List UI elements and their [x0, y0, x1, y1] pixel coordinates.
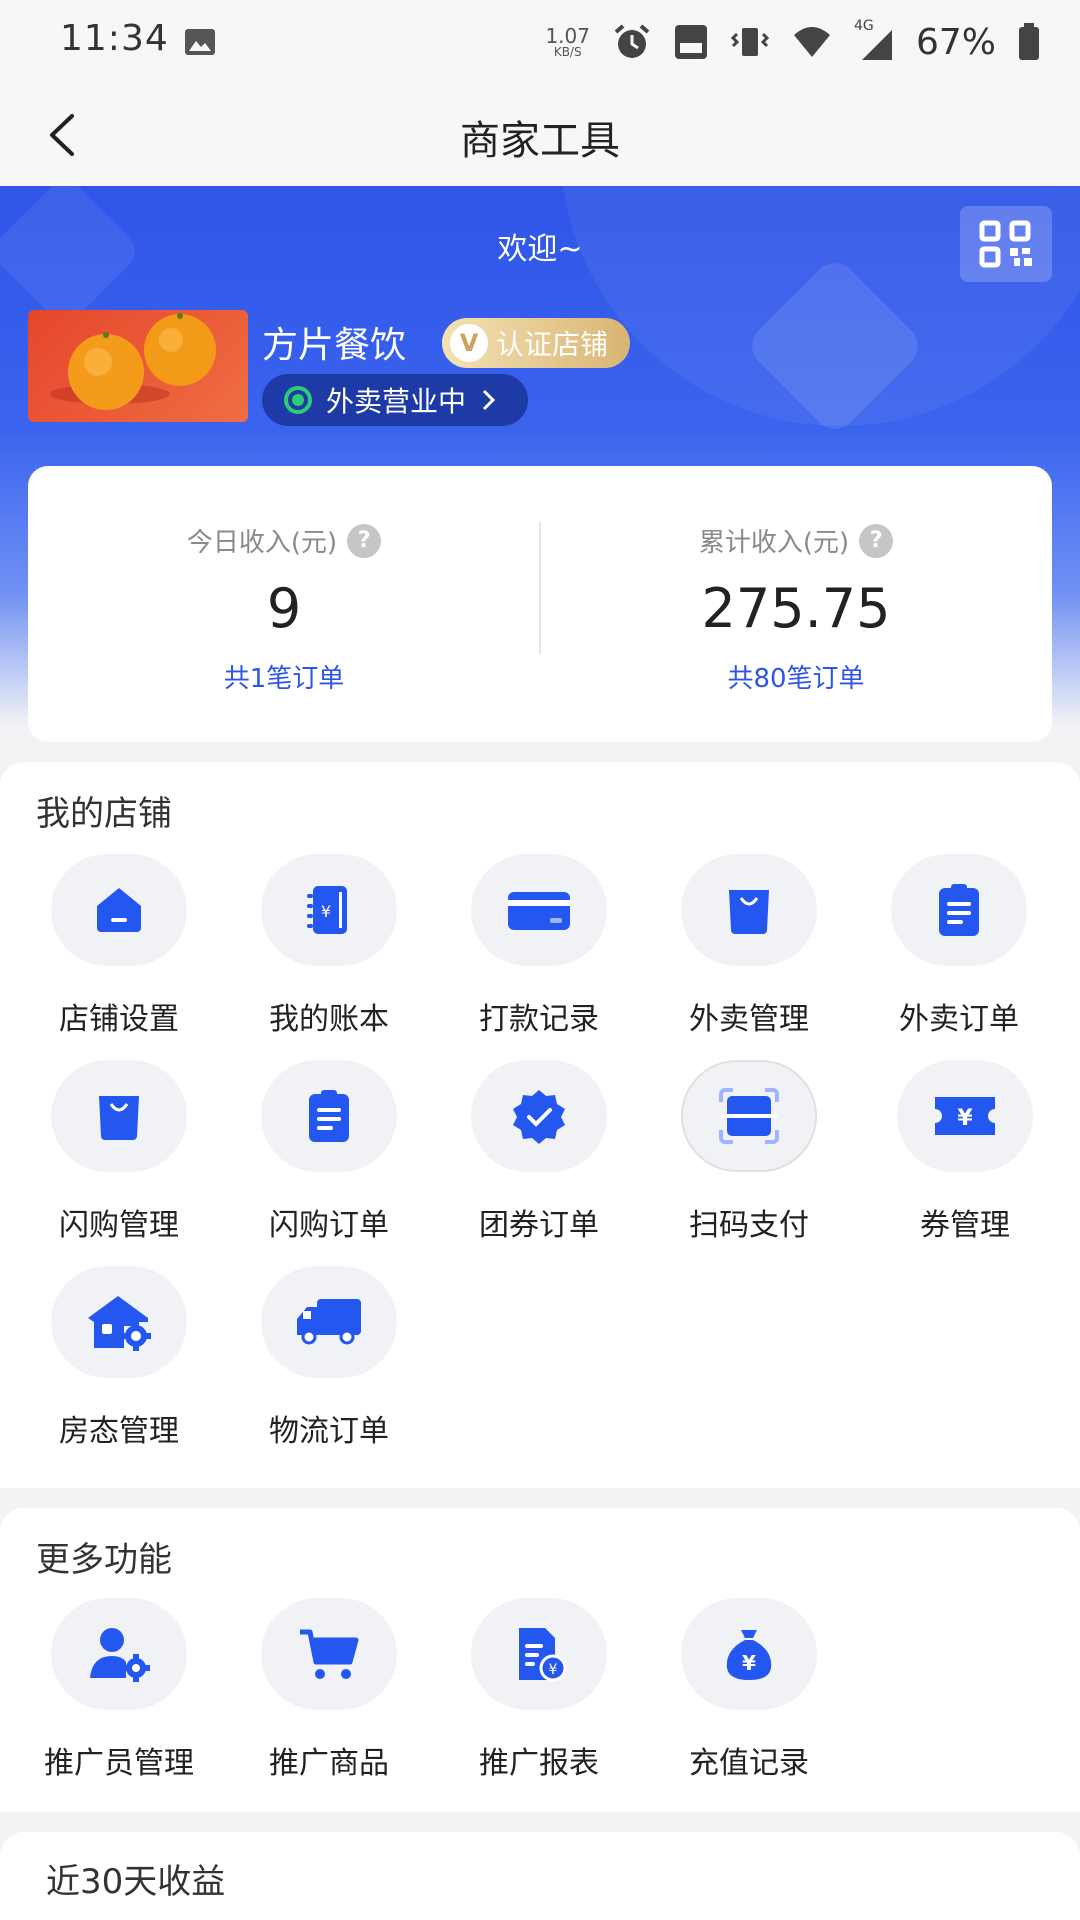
shop-image[interactable] — [28, 310, 248, 422]
money-bag-icon: ¥ — [726, 1630, 772, 1680]
today-orders-link[interactable]: 共1笔订单 — [28, 658, 540, 695]
qr-code-icon — [979, 220, 1032, 268]
delivery-status-label: 外卖营业中 — [326, 385, 467, 418]
grid-item-promoted-products[interactable]: 推广商品 — [224, 1598, 434, 1782]
welcome-text: 欢迎~ — [497, 232, 583, 267]
house-gear-icon — [88, 1296, 151, 1351]
status-bar: 11:34 1.07 KB/S 4G 67% — [0, 0, 1080, 84]
total-income-value: 275.75 — [701, 577, 891, 640]
grid-item-room-status[interactable]: 房态管理 — [14, 1266, 224, 1450]
grid-item-promoter-management[interactable]: 推广员管理 — [14, 1598, 224, 1782]
page-title: 商家工具 — [460, 118, 620, 164]
volte-icon — [674, 25, 707, 59]
verified-shop-badge: V 认证店铺 — [442, 318, 631, 368]
status-dot-icon — [284, 386, 312, 414]
bag-icon — [729, 890, 769, 934]
grid-item-logistics-orders[interactable]: 物流订单 — [224, 1266, 434, 1450]
income-card: 今日收入(元) ? 9 共1笔订单 累计收入(元) ? 275.75 共80笔订… — [28, 466, 1052, 742]
clipboard-icon — [939, 884, 979, 936]
battery-percent: 67% — [915, 21, 996, 63]
verified-label: 认证店铺 — [496, 328, 609, 361]
today-income-value: 9 — [266, 577, 302, 640]
truck-icon — [297, 1299, 361, 1345]
verified-icon: V — [450, 324, 488, 362]
cart-icon — [300, 1629, 359, 1679]
wifi-icon — [793, 27, 830, 57]
grid-item-delivery-management[interactable]: 外卖管理 — [644, 854, 854, 1038]
grid-item-scan-pay[interactable]: 扫码支付 — [644, 1060, 854, 1244]
grid-item-recharge-records[interactable]: ¥ 充值记录 — [644, 1598, 854, 1782]
delivery-status-button[interactable]: 外卖营业中 — [262, 374, 529, 426]
image-notification-icon — [185, 29, 215, 55]
report-icon: ¥ — [519, 1628, 567, 1682]
help-icon[interactable]: ? — [347, 523, 382, 558]
chevron-right-icon — [482, 389, 496, 411]
ledger-icon: ¥ — [307, 886, 347, 934]
total-income-label: 累计收入(元) — [698, 528, 850, 558]
svg-text:¥: ¥ — [321, 902, 331, 921]
svg-text:¥: ¥ — [742, 1651, 756, 1675]
scan-icon — [719, 1088, 779, 1144]
ticket-icon: ¥ — [935, 1097, 995, 1135]
grid-item-group-coupon-orders[interactable]: 团券订单 — [434, 1060, 644, 1244]
grid-item-flash-orders[interactable]: 闪购订单 — [224, 1060, 434, 1244]
bag-icon — [99, 1096, 139, 1140]
section-title: 近30天收益 — [46, 1862, 226, 1902]
shop-icon — [97, 888, 141, 932]
network-speed: 1.07 KB/S — [545, 24, 590, 59]
my-shop-section: 我的店铺 店铺设置 ¥ 我的账本 打款记录 外卖管理 外卖订单 闪购管理 闪购订… — [0, 762, 1080, 1488]
clipboard-icon — [309, 1090, 349, 1142]
today-income-label: 今日收入(元) — [186, 528, 338, 558]
signal-4g-icon: 4G — [854, 18, 894, 62]
battery-icon — [1019, 23, 1039, 60]
vibrate-icon — [730, 28, 770, 56]
svg-text:¥: ¥ — [957, 1106, 973, 1131]
section-title: 更多功能 — [36, 1540, 172, 1580]
total-income[interactable]: 累计收入(元) ? 275.75 共80笔订单 — [540, 466, 1052, 742]
grid-item-flash-management[interactable]: 闪购管理 — [14, 1060, 224, 1244]
shop-name: 方片餐饮 — [262, 325, 407, 366]
total-orders-link[interactable]: 共80笔订单 — [540, 658, 1052, 695]
grid-item-delivery-orders[interactable]: 外卖订单 — [854, 854, 1064, 1038]
badge-check-icon — [513, 1090, 565, 1144]
more-features-section: 更多功能 推广员管理 推广商品 ¥ 推广报表 ¥ 充值记录 — [0, 1508, 1080, 1812]
status-time: 11:34 — [60, 18, 169, 59]
alarm-icon — [614, 24, 650, 58]
qr-code-button[interactable] — [960, 206, 1052, 282]
grid-item-coupon-management[interactable]: ¥ 券管理 — [860, 1060, 1070, 1244]
recent-earnings-section: 近30天收益 — [0, 1832, 1080, 1920]
svg-text:¥: ¥ — [549, 1662, 558, 1678]
section-title: 我的店铺 — [36, 794, 172, 834]
grid-item-payment-records[interactable]: 打款记录 — [434, 854, 644, 1038]
user-gear-icon — [90, 1628, 150, 1682]
nav-header: 商家工具 — [0, 84, 1080, 186]
today-income[interactable]: 今日收入(元) ? 9 共1笔订单 — [28, 466, 540, 742]
grid-item-shop-settings[interactable]: 店铺设置 — [14, 854, 224, 1038]
help-icon[interactable]: ? — [859, 523, 894, 558]
grid-item-my-ledger[interactable]: ¥ 我的账本 — [224, 854, 434, 1038]
card-icon — [508, 892, 570, 930]
grid-item-promotion-report[interactable]: ¥ 推广报表 — [434, 1598, 644, 1782]
